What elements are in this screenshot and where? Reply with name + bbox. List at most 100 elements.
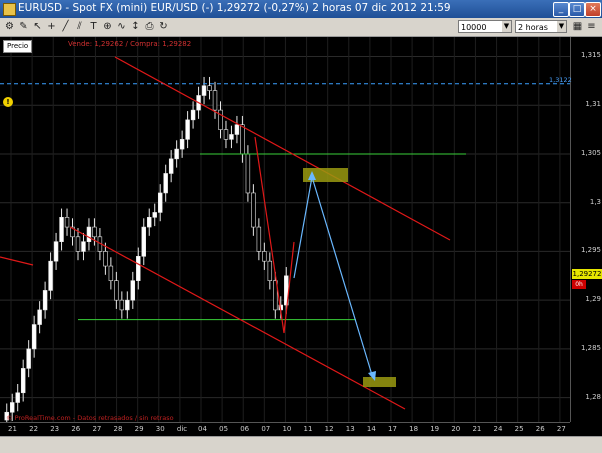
cursor-icon[interactable]: ↖ — [32, 21, 43, 32]
interval-dropdown-value: 2 horas — [518, 23, 548, 32]
candle-body — [15, 392, 20, 403]
date-tick-label: 21 — [472, 425, 482, 433]
date-tick-label: 17 — [388, 425, 397, 433]
date-tick-label: 04 — [198, 425, 207, 433]
date-tick-label: 27 — [556, 425, 566, 433]
date-tick-label: 27 — [92, 425, 102, 433]
candle-body — [168, 158, 174, 174]
date-tick-label: 18 — [409, 425, 419, 433]
date-tick-label: 30 — [155, 425, 165, 433]
candle-body — [147, 217, 152, 228]
upper-channel-line — [114, 56, 451, 241]
candle-body — [163, 173, 168, 194]
scale-icon[interactable]: ↕ — [130, 21, 141, 32]
bar-timer-badge: 0h — [572, 279, 586, 289]
candle-body — [218, 109, 223, 130]
price-tick-label: 1,3 — [589, 197, 601, 206]
price-tick-label: 1,285 — [580, 343, 601, 352]
candle-body — [207, 85, 212, 91]
candle-body — [245, 153, 251, 194]
bid-ask-readout: Vende: 1,29262 / Compra: 1,29282 — [68, 40, 192, 48]
candle-body — [212, 90, 218, 111]
candle-body — [190, 109, 196, 121]
date-tick-label: 13 — [345, 425, 355, 433]
left-trend-fragment — [0, 256, 34, 266]
date-tick-label: 05 — [219, 425, 229, 433]
candle-body — [37, 309, 42, 325]
alert-icon[interactable]: ! — [3, 97, 13, 107]
interval-dropdown[interactable]: 2 horas ▼ — [515, 20, 567, 33]
close-button[interactable]: × — [585, 2, 601, 17]
price-tick-label: 1,305 — [580, 148, 601, 157]
date-tick-label: 22 — [29, 425, 39, 433]
draw-icon[interactable]: ✎ — [18, 21, 29, 32]
price-chart[interactable]: Precio Vende: 1,29262 / Compra: 1,29282 … — [0, 37, 570, 422]
print-icon[interactable]: ⎙ — [144, 21, 155, 32]
candle-body — [267, 260, 273, 281]
price-tick-label: 1,29 — [585, 295, 601, 304]
chart-tag[interactable]: Precio — [3, 40, 33, 53]
candle-body — [157, 192, 163, 213]
candle-body — [185, 119, 190, 140]
price-axis[interactable]: 1,315 1,31 1,305 1,3 1,295 1,29 1,285 1,28 — [570, 37, 602, 422]
date-tick-label: 23 — [50, 425, 60, 433]
candle-body — [223, 129, 229, 140]
minimize-button[interactable]: _ — [553, 2, 569, 17]
candle-body — [26, 348, 31, 369]
candle-body — [136, 256, 141, 281]
date-axis[interactable]: 21 22 23 26 27 28 29 30 dic 04 05 06 07 10 11 12 13 14 17 1… — [0, 422, 570, 437]
candle-body — [174, 148, 179, 160]
window-title: EURUSD - Spot FX (mini) EUR/USD (-) 1,29… — [18, 2, 451, 14]
candle-body — [262, 251, 267, 262]
current-price-badge: 1,29272 — [572, 268, 602, 279]
zoom-icon[interactable]: ⊕ — [102, 21, 113, 32]
candle-body — [130, 280, 136, 301]
candle-body — [103, 251, 108, 267]
date-tick-label: 28 — [113, 425, 123, 433]
volume-dropdown[interactable]: 10000 unidad... ▼ — [458, 20, 512, 45]
maximize-button[interactable]: □ — [569, 2, 585, 17]
candle-body — [229, 134, 234, 140]
date-tick-label: 24 — [493, 425, 503, 433]
candle-body — [75, 236, 81, 252]
watermark: © ProRealTime.com - Datos retrasados / s… — [6, 414, 174, 422]
candle-body — [119, 299, 125, 311]
settings-icon[interactable]: ⚙ — [4, 21, 15, 32]
chart-canvas[interactable] — [0, 37, 570, 422]
price-tick-label: 1,295 — [580, 246, 601, 255]
candle-body — [141, 226, 146, 257]
grid-icon[interactable]: ▦ — [572, 21, 583, 32]
menu-icon[interactable]: ≡ — [586, 21, 597, 32]
candle-body — [240, 124, 245, 155]
candle-body — [92, 226, 97, 238]
candle-body — [201, 85, 207, 96]
window-titlebar: EURUSD - Spot FX (mini) EUR/USD (-) 1,29… — [0, 0, 602, 18]
text-icon[interactable]: T — [88, 21, 99, 32]
candle-body — [152, 212, 157, 218]
candle-body — [10, 402, 15, 413]
candle-body — [81, 241, 86, 252]
candle-body — [64, 217, 70, 228]
refresh-icon[interactable]: ↻ — [158, 21, 169, 32]
candle-body — [256, 226, 262, 252]
channel-icon[interactable]: ⫽ — [74, 21, 85, 32]
candle-body — [48, 260, 53, 291]
dashed-level-label: 1,3122 — [549, 75, 572, 84]
candle-body — [53, 241, 59, 262]
date-tick-label: 06 — [240, 425, 250, 433]
date-tick-label: 20 — [451, 425, 461, 433]
crosshair-icon[interactable]: + — [46, 21, 57, 32]
candle-body — [234, 124, 240, 135]
candle-body — [114, 280, 119, 301]
date-tick-label: 07 — [261, 425, 271, 433]
status-bar — [0, 436, 602, 453]
indicator-icon[interactable]: ∿ — [116, 21, 127, 32]
candle-body — [31, 324, 37, 350]
date-tick-label: 29 — [134, 425, 144, 433]
price-tick-label: 1,28 — [585, 392, 601, 401]
candle-body — [108, 265, 114, 281]
date-tick-label: 12 — [324, 425, 334, 433]
chart-toolbar: ⚙ ✎ ↖ + ╱ ⫽ T ⊕ ∿ ↕ ⎙ ↻ 10000 unidad... … — [0, 18, 602, 45]
line-icon[interactable]: ╱ — [60, 21, 71, 32]
date-tick-label: 25 — [514, 425, 524, 433]
